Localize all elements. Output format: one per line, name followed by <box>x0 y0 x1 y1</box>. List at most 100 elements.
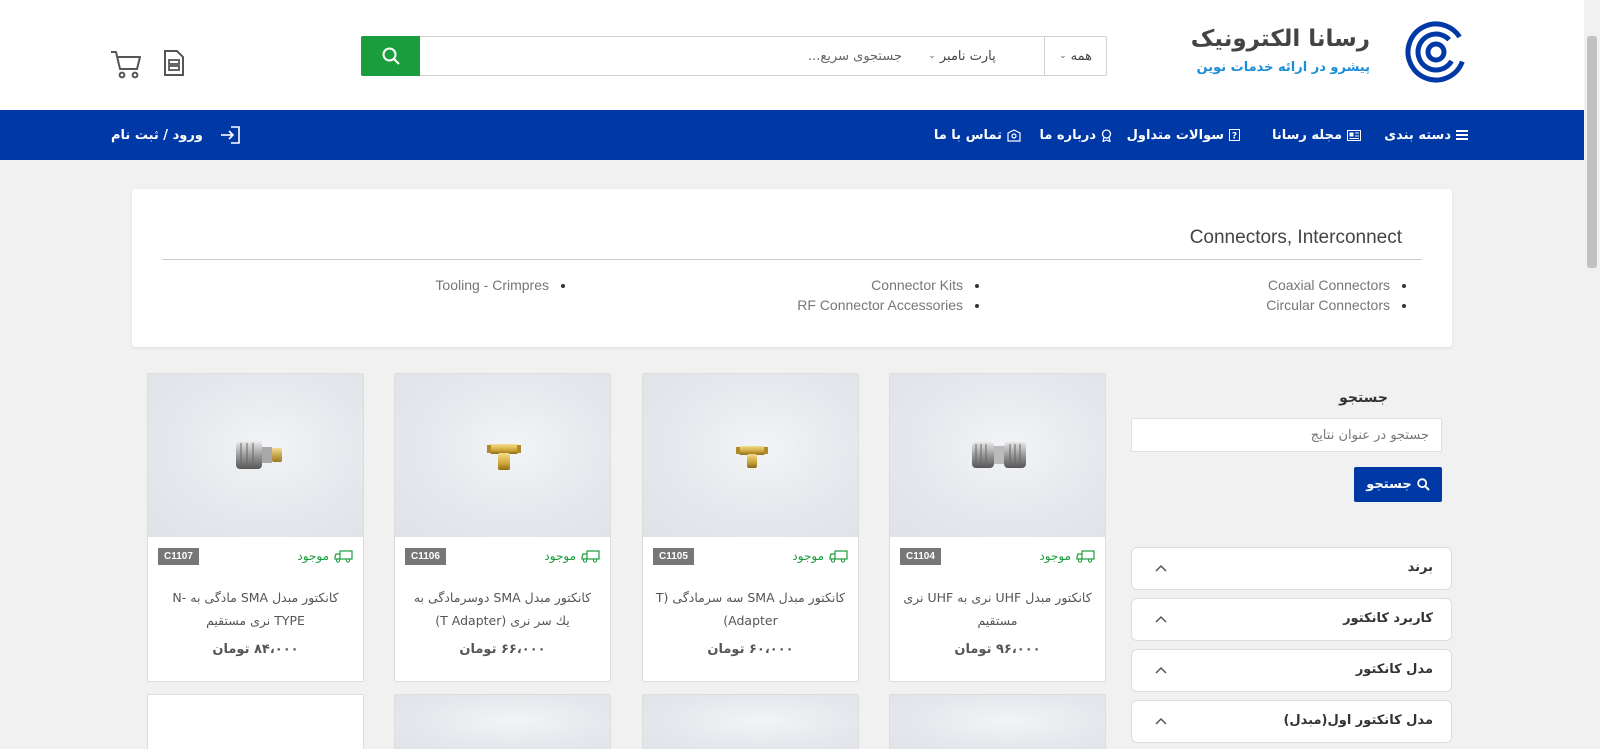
product-code-badge: C1104 <box>900 548 941 565</box>
nav-item-label: مجله رسانا <box>1271 127 1342 143</box>
partno-select[interactable]: پارت نامبر ⌄ <box>917 37 1007 75</box>
product-image[interactable] <box>395 374 610 537</box>
product-image[interactable] <box>643 374 858 537</box>
sidebar-search-button[interactable]: جستجو <box>1354 467 1442 502</box>
category-link-kits[interactable]: Connector Kits <box>871 277 979 293</box>
nav-item-label: درباره ما <box>1039 127 1096 143</box>
search-icon <box>1417 478 1430 491</box>
newspaper-icon <box>1347 129 1361 141</box>
quick-search-bar: پارت نامبر ⌄ همه ⌄ <box>361 36 1107 76</box>
product-card[interactable]: موجود C1104 کانکتور مبدل UHF نری به UHF … <box>889 373 1106 682</box>
nav-item-label: تماس با ما <box>933 127 1002 143</box>
question-icon: ? <box>1229 129 1240 141</box>
category-link-coaxial[interactable]: Coaxial Connectors <box>1268 277 1407 293</box>
product-image[interactable] <box>148 374 363 537</box>
category-divider <box>162 259 1422 260</box>
nav-item-faq[interactable]: ? سوالات متداول <box>1127 110 1240 160</box>
quick-search-input[interactable] <box>432 45 902 67</box>
product-code-badge: C1105 <box>653 548 694 565</box>
chevron-down-icon: ⌄ <box>928 51 936 61</box>
filter-usage[interactable]: کاربرد کانکتور <box>1131 598 1452 641</box>
logo-icon[interactable] <box>1404 20 1468 84</box>
product-card[interactable] <box>642 694 859 749</box>
product-card[interactable]: موجود C1105 کانکتور مبدل SMA سه سرمادگی … <box>642 373 859 682</box>
product-title[interactable]: کانکتور مبدل SMA دوسرمادگی به یك سر نری … <box>405 586 600 632</box>
product-title[interactable]: کانکتور مبدل SMA مادگی به N-TYPE نری مست… <box>158 586 353 632</box>
nav-item-about[interactable]: درباره ما <box>1039 110 1112 160</box>
product-card[interactable] <box>394 694 611 749</box>
product-card[interactable] <box>889 694 1106 749</box>
connector-image <box>236 441 282 469</box>
nav-item-label: دسته بندی <box>1384 127 1451 143</box>
product-price: ۶۰،۰۰۰ تومان <box>707 642 794 657</box>
filter-model[interactable]: مدل کانکتور <box>1131 649 1452 692</box>
product-price: ۸۴،۰۰۰ تومان <box>212 642 299 657</box>
connector-image <box>736 446 768 468</box>
filter-brand[interactable]: برند <box>1131 547 1452 590</box>
login-register-link[interactable]: ورود / ثبت نام <box>111 110 240 160</box>
contact-icon <box>1007 128 1021 142</box>
filter-label: مدل کانکتور اول(مبدل) <box>1283 713 1433 728</box>
chevron-up-icon <box>1155 666 1167 674</box>
connector-image <box>972 442 1026 468</box>
truck-icon <box>829 549 848 563</box>
award-icon <box>1101 128 1112 142</box>
chevron-up-icon <box>1155 615 1167 623</box>
truck-icon <box>1076 549 1095 563</box>
scope-select-label: همه <box>1070 48 1092 64</box>
main-nav: دسته بندی مجله رسانا ? سوالات متداول درب… <box>0 110 1584 160</box>
truck-icon <box>334 549 353 563</box>
search-icon <box>382 47 400 65</box>
site-header: رسانا الکترونیک پیشرو در ارائه خدمات نوی… <box>0 0 1584 110</box>
stock-status: موجود <box>297 549 353 563</box>
login-icon <box>220 126 240 144</box>
scrollbar-thumb[interactable] <box>1587 36 1597 268</box>
category-link-tooling[interactable]: Tooling - Crimpres <box>435 277 565 293</box>
menu-icon <box>1456 130 1468 140</box>
chevron-down-icon: ⌄ <box>1059 51 1067 61</box>
product-code-badge: C1106 <box>405 548 446 565</box>
product-code-badge: C1107 <box>158 548 199 565</box>
login-register-label: ورود / ثبت نام <box>111 127 203 143</box>
cart-icon[interactable] <box>110 49 142 79</box>
stock-label: موجود <box>792 549 824 563</box>
stock-status: موجود <box>544 549 600 563</box>
scope-select[interactable]: همه ⌄ <box>1044 37 1106 75</box>
sidebar-search-button-label: جستجو <box>1366 477 1412 492</box>
product-card[interactable] <box>147 694 364 749</box>
page-scrollbar[interactable] <box>1584 0 1600 749</box>
document-icon[interactable] <box>163 49 185 77</box>
category-link-circular[interactable]: Circular Connectors <box>1266 297 1406 313</box>
product-title[interactable]: کانکتور مبدل UHF نری به UHF نری مستقیم <box>900 586 1095 632</box>
svg-text:?: ? <box>1232 132 1237 142</box>
search-button[interactable] <box>361 36 420 76</box>
product-image[interactable] <box>890 374 1105 537</box>
sidebar-search-label: جستجو <box>1339 390 1388 406</box>
nav-item-contact[interactable]: تماس با ما <box>934 110 1021 160</box>
nav-item-magazine[interactable]: مجله رسانا <box>1272 110 1361 160</box>
product-price: ۹۶،۰۰۰ تومان <box>954 642 1041 657</box>
logo-title[interactable]: رسانا الکترونیک <box>1191 26 1370 52</box>
nav-item-categories[interactable]: دسته بندی <box>1384 110 1468 160</box>
category-title: Connectors, Interconnect <box>1189 227 1402 248</box>
connector-image <box>487 444 521 470</box>
chevron-up-icon <box>1155 717 1167 725</box>
filter-label: کاربرد کانکتور <box>1343 611 1433 626</box>
stock-label: موجود <box>297 549 329 563</box>
filter-first-model[interactable]: مدل کانکتور اول(مبدل) <box>1131 700 1452 743</box>
filter-label: برند <box>1407 560 1433 575</box>
stock-label: موجود <box>1039 549 1071 563</box>
product-card[interactable]: موجود C1107 کانکتور مبدل SMA مادگی به N-… <box>147 373 364 682</box>
sidebar-search-input[interactable] <box>1131 418 1442 452</box>
product-price: ۶۶،۰۰۰ تومان <box>459 642 546 657</box>
chevron-up-icon <box>1155 564 1167 572</box>
product-title[interactable]: کانکتور مبدل SMA سه سرمادگی (T Adapter) <box>653 586 848 632</box>
partno-select-label: پارت نامبر <box>939 48 996 64</box>
category-link-rf-accessories[interactable]: RF Connector Accessories <box>797 297 979 313</box>
stock-label: موجود <box>544 549 576 563</box>
category-panel: Connectors, Interconnect Coaxial Connect… <box>132 189 1452 347</box>
product-card[interactable]: موجود C1106 کانکتور مبدل SMA دوسرمادگی ب… <box>394 373 611 682</box>
logo-subtitle: پیشرو در ارائه خدمات نوین <box>1196 60 1371 75</box>
truck-icon <box>581 549 600 563</box>
nav-item-label: سوالات متداول <box>1126 127 1224 143</box>
